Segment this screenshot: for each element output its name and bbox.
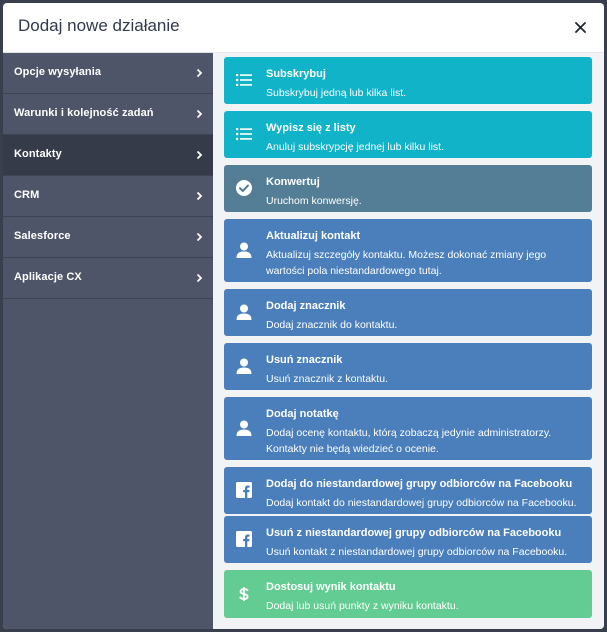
action-title: Dodaj do niestandardowej grupy odbiorców… <box>266 478 573 490</box>
user-icon <box>236 358 252 374</box>
chevron-right-icon <box>196 191 203 201</box>
action-title: Dodaj znacznik <box>266 300 346 312</box>
action-title: Dostosuj wynik kontaktu <box>266 581 396 593</box>
action-title: Aktualizuj kontakt <box>266 230 361 242</box>
facebook-icon <box>236 482 252 498</box>
action-title: Konwertuj <box>266 176 320 188</box>
action-card-unsubscribe[interactable]: Wypisz się z listy Anuluj subskrypcję je… <box>224 111 592 158</box>
check-circle-icon <box>236 180 252 196</box>
action-description: Usuń kontakt z niestandardowej grupy odb… <box>266 546 568 558</box>
user-icon <box>236 304 252 320</box>
chevron-right-icon <box>196 109 203 119</box>
chevron-right-icon <box>196 273 203 283</box>
action-title: Dodaj notatkę <box>266 408 339 420</box>
action-title: Usuń z niestandardowej grupy odbiorców n… <box>266 527 562 539</box>
action-title: Wypisz się z listy <box>266 122 356 134</box>
action-description: Usuń znacznik z kontaktu. <box>266 373 388 385</box>
action-description: Anuluj subskrypcję jednej lub kilku list… <box>266 141 445 153</box>
action-description: Subskrybuj jedną lub kilka list. <box>266 87 407 99</box>
action-description: Dodaj znacznik do kontaktu. <box>266 319 398 331</box>
action-card-convert[interactable]: Konwertuj Uruchom konwersję. <box>224 165 592 212</box>
action-card-update-contact[interactable]: Aktualizuj kontakt Aktualizuj szczegóły … <box>224 219 592 282</box>
sidebar-item-label: Opcje wysyłania <box>14 66 102 78</box>
sidebar-item-label: Aplikacje CX <box>14 271 82 283</box>
action-title: Subskrybuj <box>266 68 326 80</box>
action-card-add-note[interactable]: Dodaj notatkę Dodaj ocenę kontaktu, któr… <box>224 397 592 460</box>
sidebar-item-opcje-wysylania[interactable]: Opcje wysyłania <box>3 53 213 94</box>
action-title: Usuń znacznik <box>266 354 343 366</box>
action-list: Subskrybuj Subskrybuj jedną lub kilka li… <box>213 53 604 629</box>
action-description: Aktualizuj szczegóły kontaktu. Możesz do… <box>266 249 547 277</box>
user-icon <box>236 242 252 258</box>
action-card-facebook-add[interactable]: Dodaj do niestandardowej grupy odbiorców… <box>224 467 592 514</box>
action-card-subscribe[interactable]: Subskrybuj Subskrybuj jedną lub kilka li… <box>224 57 592 104</box>
action-card-adjust-score[interactable]: Dostosuj wynik kontaktu Dodaj lub usuń p… <box>224 570 592 618</box>
action-card-add-tag[interactable]: Dodaj znacznik Dodaj znacznik do kontakt… <box>224 289 592 336</box>
sidebar-item-salesforce[interactable]: Salesforce <box>3 217 213 258</box>
sidebar-item-crm[interactable]: CRM <box>3 176 213 217</box>
action-card-remove-tag[interactable]: Usuń znacznik Usuń znacznik z kontaktu. <box>224 343 592 390</box>
close-icon <box>574 21 586 33</box>
action-card-facebook-remove[interactable]: Usuń z niestandardowej grupy odbiorców n… <box>224 516 592 563</box>
category-sidebar: Opcje wysyłania Warunki i kolejność zada… <box>3 53 213 629</box>
list-icon <box>236 74 252 86</box>
list-icon <box>236 128 252 140</box>
facebook-icon <box>236 531 252 547</box>
action-description: Dodaj lub usuń punkty z wyniku kontaktu. <box>266 600 459 612</box>
sidebar-item-label: Salesforce <box>14 230 71 242</box>
action-description: Dodaj ocenę kontaktu, którą zobaczą jedy… <box>266 427 552 455</box>
chevron-right-icon <box>196 150 203 160</box>
action-description: Uruchom konwersję. <box>266 195 362 207</box>
chevron-right-icon <box>196 232 203 242</box>
dollar-icon <box>239 587 249 601</box>
user-icon <box>236 420 252 436</box>
modal-title: Dodaj nowe działanie <box>18 16 180 35</box>
sidebar-item-label: Kontakty <box>14 148 62 160</box>
add-action-modal: Dodaj nowe działanie Opcje wysyłania War… <box>3 3 604 629</box>
close-button[interactable] <box>570 17 590 37</box>
sidebar-item-label: Warunki i kolejność zadań <box>14 107 154 119</box>
action-description: Dodaj kontakt do niestandardowej grupy o… <box>266 497 577 509</box>
sidebar-item-kontakty[interactable]: Kontakty <box>3 135 213 176</box>
sidebar-item-warunki[interactable]: Warunki i kolejność zadań <box>3 94 213 135</box>
modal-header: Dodaj nowe działanie <box>3 3 604 53</box>
sidebar-item-aplikacje-cx[interactable]: Aplikacje CX <box>3 258 213 299</box>
sidebar-item-label: CRM <box>14 189 40 201</box>
chevron-right-icon <box>196 68 203 78</box>
